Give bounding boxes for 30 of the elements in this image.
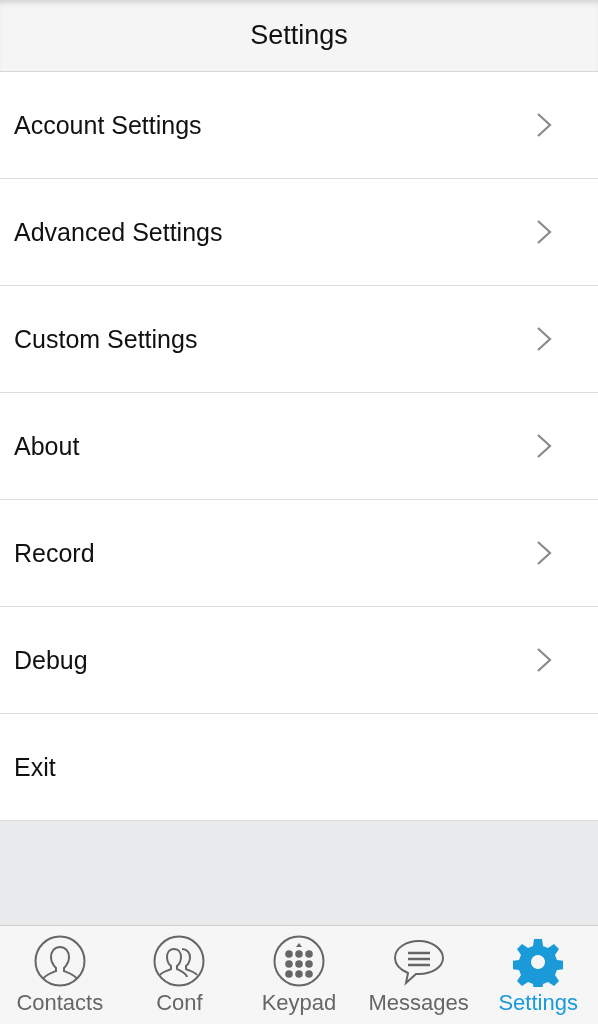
chevron-icon [536,219,552,245]
page-title: Settings [250,20,348,51]
chevron-icon [536,112,552,138]
settings-item[interactable]: Custom Settings [0,286,598,393]
keypad-icon [273,935,325,987]
settings-item[interactable]: About [0,393,598,500]
chevron-icon [536,540,552,566]
tab[interactable]: Conf [119,926,240,1024]
item-label: About [14,431,80,461]
item-label: Debug [14,645,88,675]
chevron-icon [536,647,552,673]
item-label: Record [14,538,95,568]
tab[interactable]: Messages [358,926,479,1024]
tab[interactable]: Contacts [0,926,120,1024]
chevron-icon [536,433,552,459]
group-icon [153,935,206,987]
settings-item[interactable]: Account Settings [0,72,598,179]
tab[interactable]: Keypad [239,926,359,1024]
settings-item[interactable]: Exit [0,714,598,821]
person-icon [33,935,86,987]
settings-item[interactable]: Debug [0,607,598,714]
item-label: Advanced Settings [14,217,223,247]
gear-icon [513,937,564,987]
settings-item[interactable]: Record [0,500,598,607]
item-label: Account Settings [14,110,202,140]
item-label: Exit [14,752,56,782]
settings-item[interactable]: Advanced Settings [0,179,598,286]
chevron-icon [536,326,552,352]
item-label: Custom Settings [14,324,198,354]
speech-bubble-icon [392,939,445,987]
